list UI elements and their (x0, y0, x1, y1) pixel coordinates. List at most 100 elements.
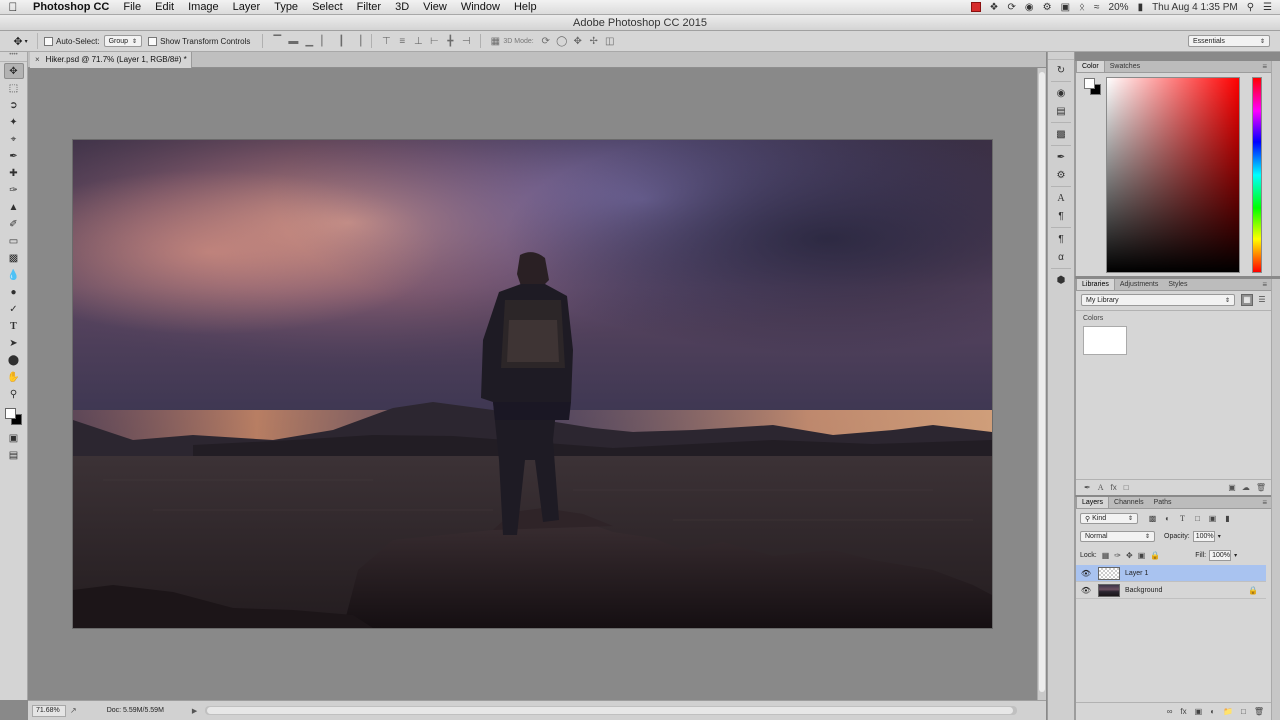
link-layers-icon[interactable]: ∞ (1167, 707, 1173, 716)
panel-foreground-color[interactable] (1084, 78, 1095, 89)
library-dropdown[interactable]: My Library ⇕ (1081, 294, 1235, 306)
3d-drag-icon[interactable]: ✥ (571, 34, 585, 48)
menu-3d[interactable]: 3D (388, 0, 416, 15)
lock-all-icon[interactable]: 🔒 (1150, 551, 1160, 560)
paragraph-panel-icon[interactable]: ¶ (1051, 208, 1071, 224)
filter-shape-icon[interactable]: □ (1193, 514, 1202, 523)
menu-layer[interactable]: Layer (226, 0, 268, 15)
glyphs-panel-icon[interactable]: α (1051, 249, 1071, 265)
align-bottom-icon[interactable]: ▁ (302, 34, 316, 48)
quick-mask-icon[interactable]: ▣ (4, 430, 24, 446)
new-adjustment-layer-icon[interactable]: ◐ (1210, 707, 1215, 716)
opacity-arrow-icon[interactable]: ▾ (1218, 533, 1221, 540)
trash-icon[interactable]: 🗑 (1256, 483, 1266, 492)
menu-help[interactable]: Help (507, 0, 544, 15)
lock-image-icon[interactable]: ✑ (1114, 551, 1121, 560)
blend-mode-dropdown[interactable]: Normal ⇕ (1080, 531, 1155, 542)
scroll-thumb[interactable] (207, 707, 1014, 714)
history-panel-icon[interactable]: ↻ (1051, 62, 1071, 78)
distribute-vcenter-icon[interactable]: ≡ (395, 34, 409, 48)
menu-edit[interactable]: Edit (148, 0, 181, 15)
gradient-tool-icon[interactable]: ▩ (4, 250, 24, 266)
color-swatches[interactable] (3, 406, 25, 426)
panel-menu-icon[interactable]: ≡ (1262, 497, 1267, 508)
layer-row-layer-1[interactable]: 👁 Layer 1 (1076, 565, 1266, 582)
lasso-tool-icon[interactable]: ➲ (4, 97, 24, 113)
menu-file[interactable]: File (116, 0, 148, 15)
stock-icon[interactable]: ▣ (1228, 483, 1236, 492)
align-vcenter-icon[interactable]: ▬ (286, 34, 300, 48)
toolbox-grip[interactable]: •••• (0, 52, 27, 62)
zoom-tool-icon[interactable]: ⚲ (4, 386, 24, 402)
auto-select-dropdown[interactable]: Group ⇕ (103, 35, 143, 47)
layer-name[interactable]: Background (1125, 587, 1162, 594)
brush-panel-icon[interactable]: ▤ (1051, 103, 1071, 119)
display-icon[interactable]: ▣ (1061, 0, 1070, 15)
new-group-icon[interactable]: 📁 (1223, 707, 1233, 716)
distribute-bottom-icon[interactable]: ⊥ (411, 34, 425, 48)
menu-select[interactable]: Select (305, 0, 350, 15)
scroll-thumb[interactable] (1039, 72, 1045, 692)
workspace-switcher[interactable]: Essentials ⇕ (1188, 35, 1270, 47)
add-character-style-icon[interactable]: A (1098, 483, 1104, 492)
gear-status-icon[interactable]: ⚙ (1043, 0, 1052, 15)
zoom-level-field[interactable]: 71.68% (32, 704, 66, 717)
clone-source-icon[interactable]: ▩ (1051, 126, 1071, 142)
distribute-right-icon[interactable]: ⊣ (459, 34, 473, 48)
canvas-area[interactable] (28, 68, 1037, 700)
lock-artboard-icon[interactable]: ▣ (1138, 551, 1146, 560)
healing-tool-icon[interactable]: ✚ (4, 165, 24, 181)
color-spectrum-field[interactable] (1106, 77, 1240, 273)
opacity-field[interactable]: 100% (1192, 531, 1215, 542)
add-mask-icon[interactable]: ▣ (1195, 707, 1203, 716)
add-layer-style-icon[interactable]: fx (1180, 707, 1186, 716)
color-panel-scrollbar[interactable] (1271, 61, 1280, 276)
sync-icon[interactable]: ⟳ (1008, 0, 1016, 15)
foreground-color-swatch[interactable] (4, 408, 16, 419)
hand-tool-icon[interactable]: ✋ (4, 369, 24, 385)
close-icon[interactable]: × (35, 55, 40, 64)
menu-app-name[interactable]: Photoshop CC (26, 0, 116, 15)
share-icon[interactable]: ↗ (70, 706, 77, 715)
panel-menu-icon[interactable]: ≡ (1262, 61, 1267, 72)
distribute-hcenter-icon[interactable]: ╋ (443, 34, 457, 48)
apple-logo-icon[interactable]:  (0, 0, 26, 14)
menu-view[interactable]: View (416, 0, 454, 15)
fill-field[interactable]: 100% (1209, 550, 1232, 561)
type-tool-icon[interactable]: T (4, 318, 24, 334)
character-panel-icon[interactable]: A (1051, 190, 1071, 206)
menu-window[interactable]: Window (454, 0, 507, 15)
right-panels-scrollbar[interactable] (1271, 279, 1280, 720)
layer-name[interactable]: Layer 1 (1125, 570, 1148, 577)
show-transform-checkbox[interactable] (148, 36, 158, 46)
lock-position-icon[interactable]: ✥ (1126, 551, 1133, 560)
tool-presets-icon[interactable]: ✒ (1051, 149, 1071, 165)
filter-smart-object-icon[interactable]: ▣ (1208, 514, 1217, 523)
crop-tool-icon[interactable]: ⌖ (4, 131, 24, 147)
trash-icon[interactable]: 🗑 (1254, 707, 1264, 716)
strip-grip[interactable] (1048, 52, 1074, 60)
filter-pixel-icon[interactable]: ▩ (1148, 514, 1157, 523)
sync-icon[interactable]: ☁ (1242, 483, 1250, 492)
fill-arrow-icon[interactable]: ▾ (1234, 552, 1237, 559)
3d-rotate-icon[interactable]: ⟳ (539, 34, 553, 48)
tab-swatches[interactable]: Swatches (1105, 61, 1145, 72)
wifi-icon[interactable]: ≈ (1094, 0, 1100, 15)
panel-menu-icon[interactable]: ≡ (1262, 279, 1267, 290)
add-layer-style-icon[interactable]: fx (1110, 483, 1116, 492)
tool-preset-picker[interactable]: ✥ ▾ (4, 33, 38, 49)
filter-kind-dropdown[interactable]: ⚲ Kind ⇕ (1080, 513, 1138, 524)
vertical-scrollbar[interactable] (1037, 68, 1046, 700)
eye-icon[interactable]: 👁 (1079, 569, 1093, 578)
blur-tool-icon[interactable]: 💧 (4, 267, 24, 283)
list-view-icon[interactable]: ☰ (1256, 294, 1268, 306)
brush-presets-icon[interactable]: ◉ (1051, 85, 1071, 101)
menu-image[interactable]: Image (181, 0, 226, 15)
eraser-tool-icon[interactable]: ▭ (4, 233, 24, 249)
tab-channels[interactable]: Channels (1109, 497, 1149, 508)
dodge-tool-icon[interactable]: ● (4, 284, 24, 300)
pen-tool-icon[interactable]: ✓ (4, 301, 24, 317)
grid-view-icon[interactable]: ▦ (1241, 294, 1253, 306)
eyedropper-tool-icon[interactable]: ✒ (4, 148, 24, 164)
align-hcenter-icon[interactable]: ┃ (334, 34, 348, 48)
